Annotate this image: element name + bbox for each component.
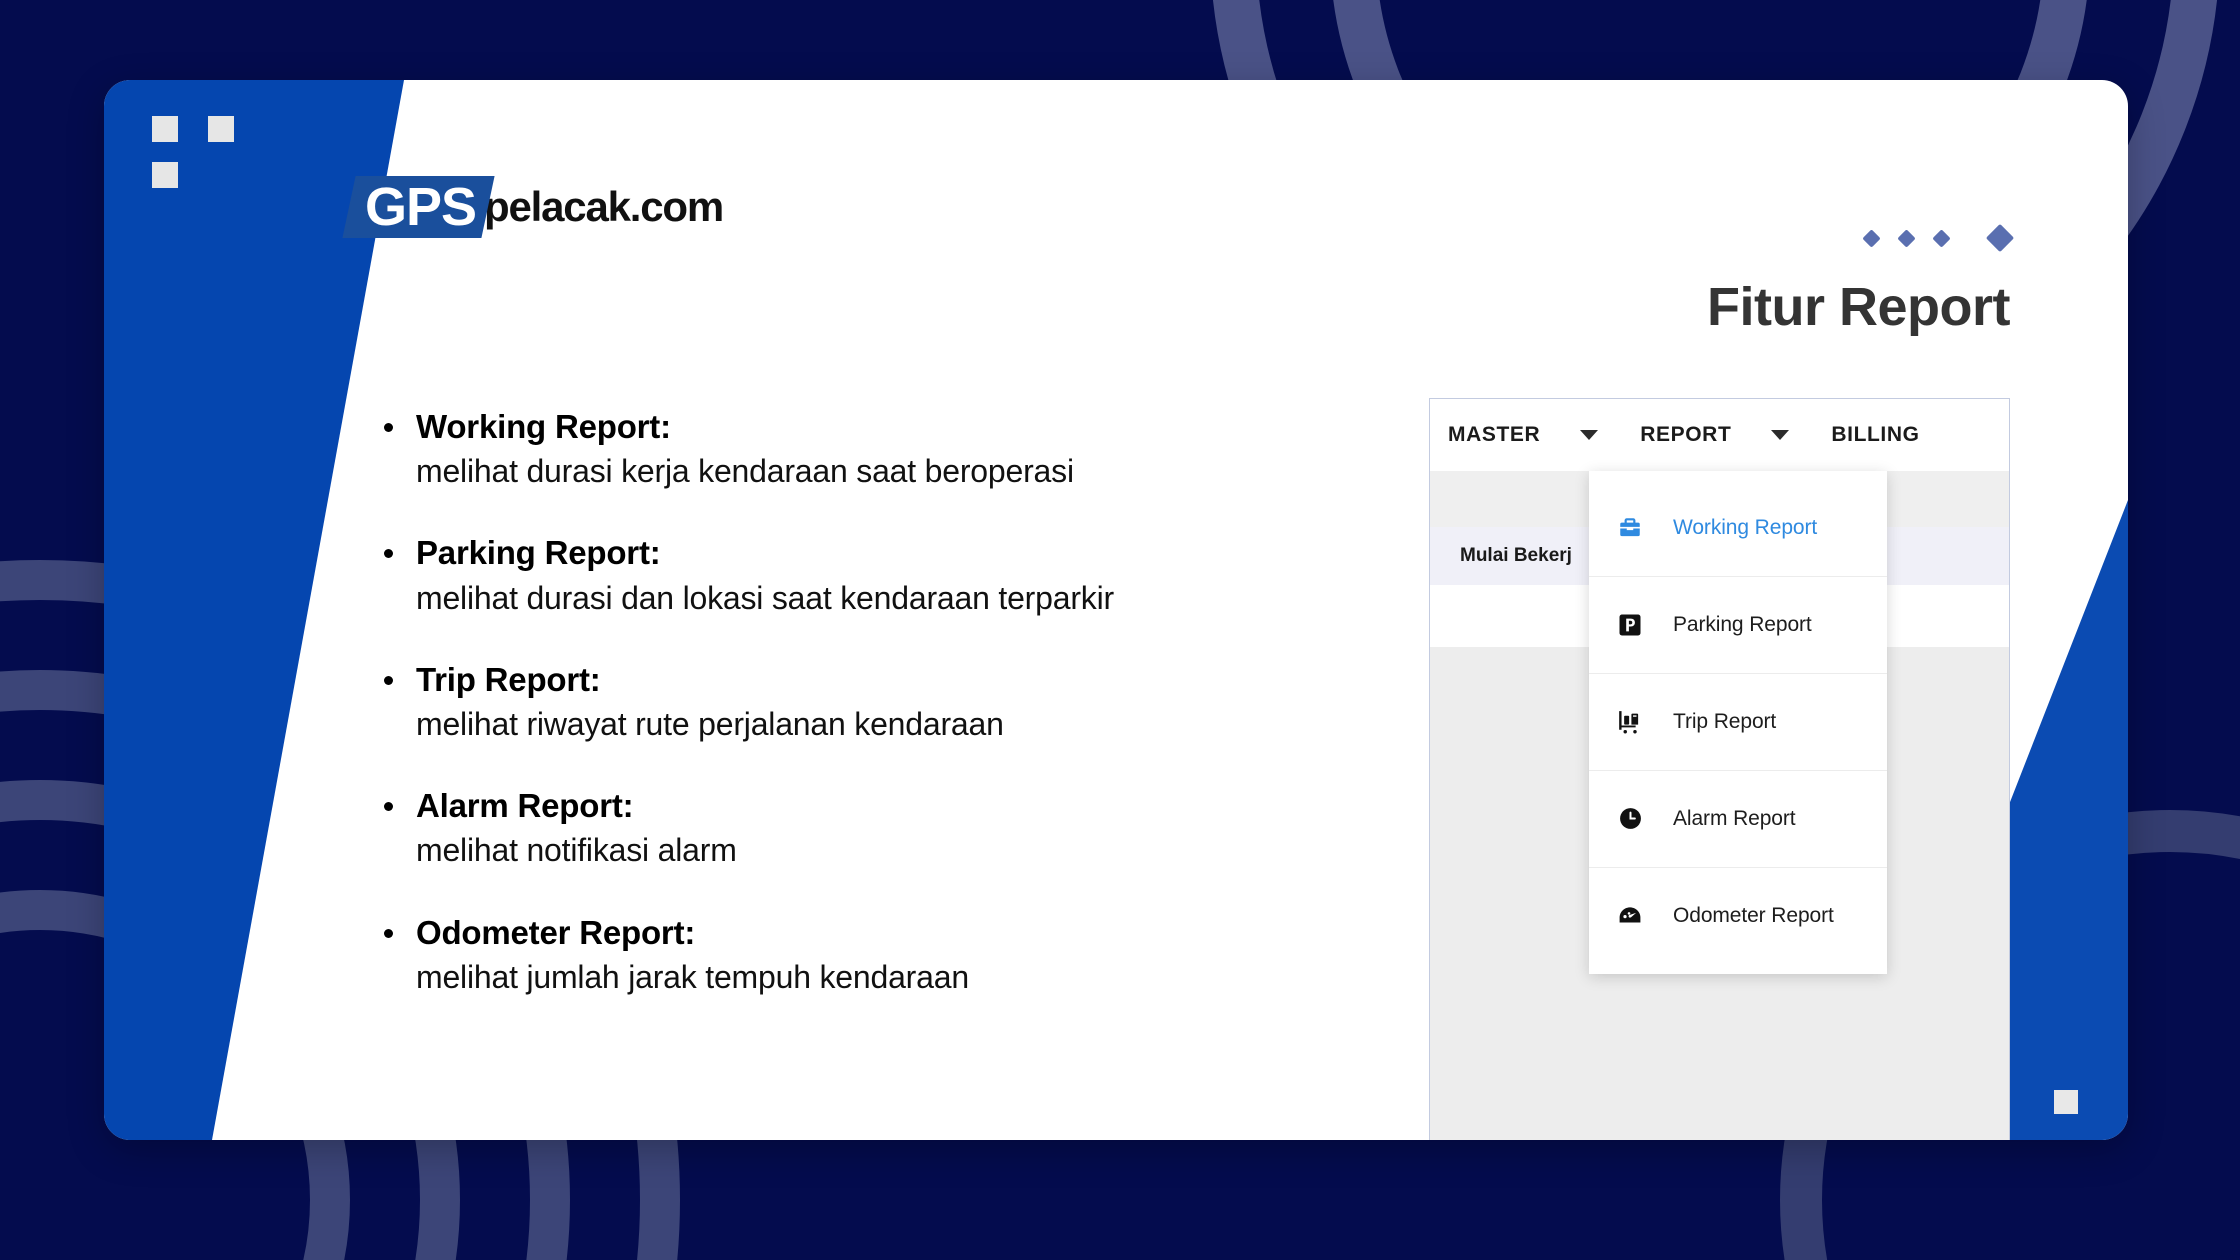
luggage-cart-icon — [1615, 707, 1645, 737]
feature-description: melihat riwayat rute perjalanan kendaraa… — [416, 705, 1004, 742]
list-item: Odometer Report: melihat jumlah jarak te… — [380, 911, 1390, 999]
corner-square-3 — [152, 162, 178, 188]
diamond-decoration-group — [1862, 223, 2015, 253]
speedometer-icon — [1615, 901, 1645, 931]
feature-description: melihat durasi dan lokasi saat kendaraan… — [416, 579, 1114, 616]
menu-item-label: Trip Report — [1673, 709, 1777, 733]
corner-square-1 — [152, 116, 178, 142]
bullet-dot-icon — [384, 802, 393, 812]
chevron-down-icon-master[interactable] — [1580, 430, 1599, 440]
menu-item-trip-report[interactable]: Trip Report — [1589, 673, 1887, 770]
nav-item-master[interactable]: MASTER — [1448, 423, 1540, 447]
feature-description: melihat notifikasi alarm — [416, 832, 737, 869]
diamond-small-icon-2 — [1897, 228, 1916, 248]
app-screenshot-panel: MASTER REPORT BILLING Mulai Bekerj Worki… — [1429, 398, 2010, 1140]
clock-icon — [1615, 804, 1645, 834]
slide-card: GPS pelacak.com Fitur Report Working Rep… — [104, 80, 2128, 1140]
menu-item-alarm-report[interactable]: Alarm Report — [1589, 770, 1887, 867]
menu-item-label: Working Report — [1673, 515, 1818, 539]
bullet-dot-icon — [384, 675, 393, 685]
menu-item-label: Odometer Report — [1673, 903, 1834, 927]
app-body: Mulai Bekerj Working Report Parking Repo… — [1430, 471, 2009, 1140]
menu-item-parking-report[interactable]: Parking Report — [1589, 576, 1887, 673]
bullet-dot-icon — [384, 928, 393, 938]
feature-title: Working Report: — [416, 408, 671, 445]
feature-title: Odometer Report: — [416, 913, 696, 951]
menu-item-label: Alarm Report — [1673, 806, 1796, 830]
toolbox-icon — [1615, 513, 1645, 543]
bullet-dot-icon — [384, 423, 393, 432]
nav-item-billing[interactable]: BILLING — [1831, 423, 1919, 447]
logo-domain-text: pelacak.com — [484, 183, 724, 230]
corner-square-2 — [208, 116, 234, 142]
feature-description: melihat jumlah jarak tempuh kendaraan — [416, 958, 969, 995]
diamond-small-icon-3 — [1932, 228, 1951, 248]
list-item: Trip Report: melihat riwayat rute perjal… — [380, 658, 1390, 746]
list-item: Alarm Report: melihat notifikasi alarm — [380, 784, 1390, 872]
parking-icon — [1615, 610, 1645, 640]
nav-item-report[interactable]: REPORT — [1640, 423, 1731, 447]
feature-list: Working Report: melihat durasi kerja ken… — [380, 405, 1390, 999]
menu-item-label: Parking Report — [1673, 612, 1812, 636]
report-dropdown-menu: Working Report Parking Report Trip Repor… — [1589, 471, 1887, 974]
feature-title: Alarm Report: — [416, 787, 634, 825]
chevron-down-icon-report[interactable] — [1771, 430, 1790, 440]
logo-gps-text: GPS — [365, 177, 477, 237]
app-navbar: MASTER REPORT BILLING — [1430, 399, 2009, 471]
page-title: Fitur Report — [1707, 277, 2010, 337]
diamond-large-icon — [1985, 223, 2015, 253]
list-item: Parking Report: melihat durasi dan lokas… — [380, 531, 1390, 619]
menu-item-working-report[interactable]: Working Report — [1589, 479, 1887, 576]
logo-gps-mark: GPS — [342, 176, 495, 238]
menu-item-odometer-report[interactable]: Odometer Report — [1589, 867, 1887, 964]
feature-title: Parking Report: — [416, 534, 661, 572]
list-item: Working Report: melihat durasi kerja ken… — [380, 405, 1390, 493]
blue-wedge-left — [104, 80, 404, 1140]
diamond-small-icon-1 — [1862, 228, 1881, 248]
feature-description: melihat durasi kerja kendaraan saat bero… — [416, 453, 1074, 490]
slide-root: GPS pelacak.com Fitur Report Working Rep… — [0, 0, 2240, 1260]
bullet-dot-icon — [384, 549, 393, 559]
brand-logo: GPS pelacak.com — [342, 176, 724, 238]
corner-square-4 — [2054, 1090, 2078, 1114]
feature-title: Trip Report: — [416, 660, 601, 698]
